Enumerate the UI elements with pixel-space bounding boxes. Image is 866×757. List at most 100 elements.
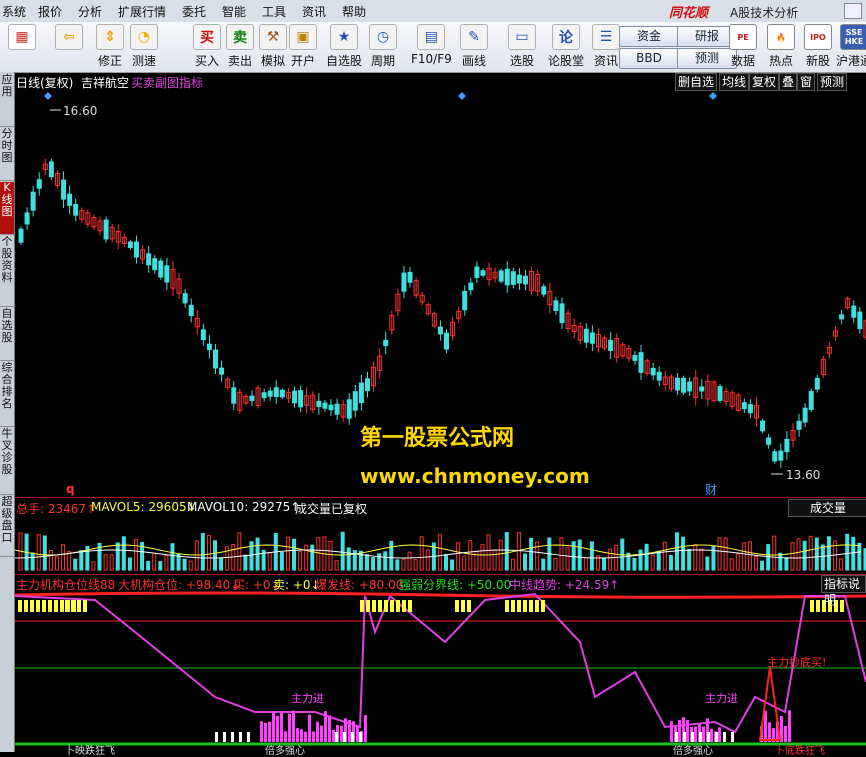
indicator-white-bar: [723, 732, 726, 742]
toolbar-button-new-stock[interactable]: IPO 新股: [804, 24, 832, 69]
indicator-white-bar: [239, 732, 242, 742]
volume-mavol10: MAVOL10: 29275↑: [187, 500, 301, 514]
toolbar-button-buy[interactable]: 买买入: [193, 24, 221, 69]
candle-body: [152, 258, 158, 271]
menu-item-analysis[interactable]: 分析: [78, 3, 102, 20]
app-title: A股技术分析: [730, 6, 799, 20]
volume-bar: [778, 552, 783, 571]
tab-window[interactable]: 窗: [797, 73, 816, 91]
candle-body: [778, 450, 784, 461]
low-price-label: 13.60: [786, 468, 821, 482]
volume-bar: [213, 540, 218, 571]
volume-bar: [693, 544, 698, 571]
toolbar-button-doc[interactable]: ☰ 资讯: [592, 24, 620, 69]
left-nav-item-0[interactable]: 应用: [0, 74, 14, 127]
window-menu-icon[interactable]: [844, 3, 862, 19]
high-price-label: 16.60: [63, 104, 98, 118]
candle-body: [498, 270, 504, 282]
star-box-icon: ★: [330, 24, 358, 50]
candle-body: [687, 381, 693, 392]
indicator-magenta-bar: [348, 720, 351, 742]
menu-item-tools[interactable]: 工具: [262, 3, 286, 20]
candle-body: [261, 392, 267, 399]
toolbar-button-screen[interactable]: ▭ 选股: [508, 24, 536, 69]
volume-bar: [158, 561, 163, 571]
lock-icon: ▣: [289, 24, 317, 50]
volume-bar: [279, 552, 284, 571]
indicator-magenta-bar: [296, 728, 299, 742]
marker-finance[interactable]: 财: [705, 481, 717, 498]
menu-item-news[interactable]: 资讯: [302, 3, 326, 20]
toolbar-button-speed[interactable]: ◔ 测速: [130, 24, 158, 69]
candle-body: [18, 228, 24, 243]
volume-tab[interactable]: 成交量: [788, 499, 866, 517]
candle-body: [182, 293, 188, 304]
toolbar-button-hammer[interactable]: ⚒ 模拟: [259, 24, 287, 69]
buy-icon: 买: [193, 24, 221, 50]
period-label[interactable]: 日线(复权): [16, 74, 73, 91]
left-nav-item-1[interactable]: 分时图: [0, 128, 14, 181]
indicator-magenta-bar: [316, 721, 319, 742]
left-nav-item-7[interactable]: 超级盘口: [0, 496, 14, 557]
indicator-split-label: 强弱分界线: +50.00: [399, 578, 512, 592]
tab-forecast[interactable]: 预测: [817, 73, 848, 91]
toolbar-button-back-arrow[interactable]: ⇦: [55, 24, 83, 52]
menu-item-order[interactable]: 委托: [182, 3, 206, 20]
toolbar-button-pen[interactable]: ✎ 画线: [460, 24, 488, 69]
indicator-main-label: 主力机构仓位线88: [16, 578, 116, 592]
toolbar-button-star-box[interactable]: ★ 自选股: [326, 24, 362, 69]
toolbar-button-chat[interactable]: 论论股堂: [548, 24, 584, 69]
candle-body: [200, 329, 206, 341]
toolbar-button-grid[interactable]: ▦: [8, 24, 36, 52]
toolbar-button-hk[interactable]: SSE HKE 沪港通: [836, 24, 866, 69]
indicator-yellow-bar: [36, 600, 40, 612]
volume-total: 总手: 23467↑: [16, 502, 97, 516]
tab-ma[interactable]: 均线: [719, 73, 750, 91]
bbd-button[interactable]: BBD: [619, 48, 679, 69]
indicator-magenta-bar: [292, 710, 295, 742]
toolbar-button-updown-arrows[interactable]: ⇕ 修正: [96, 24, 124, 69]
volume-bar: [36, 534, 41, 571]
menu-item-quotes[interactable]: 报价: [38, 3, 62, 20]
indicator-magenta-bar: [276, 715, 279, 742]
doc-icon: ☰: [592, 24, 620, 50]
toolbar-button-clock[interactable]: ◷ 周期: [369, 24, 397, 69]
candle-body: [407, 271, 413, 283]
indicator-name[interactable]: 买卖副图指标: [131, 74, 203, 91]
fund-button[interactable]: 资金: [619, 26, 679, 47]
menu-item-smart[interactable]: 智能: [222, 3, 246, 20]
annotation-bottom-buy: 主力抄底买!: [767, 656, 827, 669]
menu-item-system[interactable]: 系统: [2, 3, 26, 20]
indicator-yellow-bar: [402, 600, 406, 612]
left-nav-item-2[interactable]: K线图: [0, 182, 14, 235]
indicator-white-bar: [215, 732, 218, 742]
toolbar-button-sell[interactable]: 卖卖出: [226, 24, 254, 69]
inst-position-line: [15, 591, 866, 599]
tab-adjust[interactable]: 复权: [749, 73, 780, 91]
research-button[interactable]: 研报: [677, 26, 737, 47]
indicator-help-tab[interactable]: 指标说明: [821, 575, 866, 607]
menu-item-help[interactable]: 帮助: [342, 3, 366, 20]
volume-bar: [334, 560, 339, 571]
left-nav-item-6[interactable]: 牛叉诊股: [0, 428, 14, 495]
left-nav-item-4[interactable]: 自选股: [0, 308, 14, 361]
toolbar-button-label: 模拟: [260, 54, 285, 68]
toolbar-button-fire[interactable]: 🔥 热点: [767, 24, 795, 69]
candle-body: [504, 268, 510, 286]
left-nav-item-3[interactable]: 个股资料: [0, 236, 14, 307]
toolbar-button-lock[interactable]: ▣ 开户: [289, 24, 317, 69]
tab-overlay[interactable]: 叠: [779, 73, 798, 91]
candle-body: [36, 179, 42, 189]
toolbar-button-f10[interactable]: ▤ F10/F9: [411, 24, 452, 66]
kline-chart[interactable]: [15, 72, 866, 752]
volume-bar: [103, 554, 108, 571]
left-nav-item-5[interactable]: 综合排名: [0, 362, 14, 427]
toolbar-button-pe[interactable]: PE 数据: [729, 24, 757, 69]
forecast-button[interactable]: 预测: [677, 48, 737, 69]
candle-body: [741, 402, 747, 410]
tab-remove-watchlist[interactable]: 删自选: [675, 73, 718, 91]
indicator-magenta-bar: [260, 721, 263, 742]
menu-item-extended[interactable]: 扩展行情: [118, 3, 166, 20]
indicator-magenta-bar: [264, 722, 267, 742]
volume-bar: [699, 548, 704, 571]
